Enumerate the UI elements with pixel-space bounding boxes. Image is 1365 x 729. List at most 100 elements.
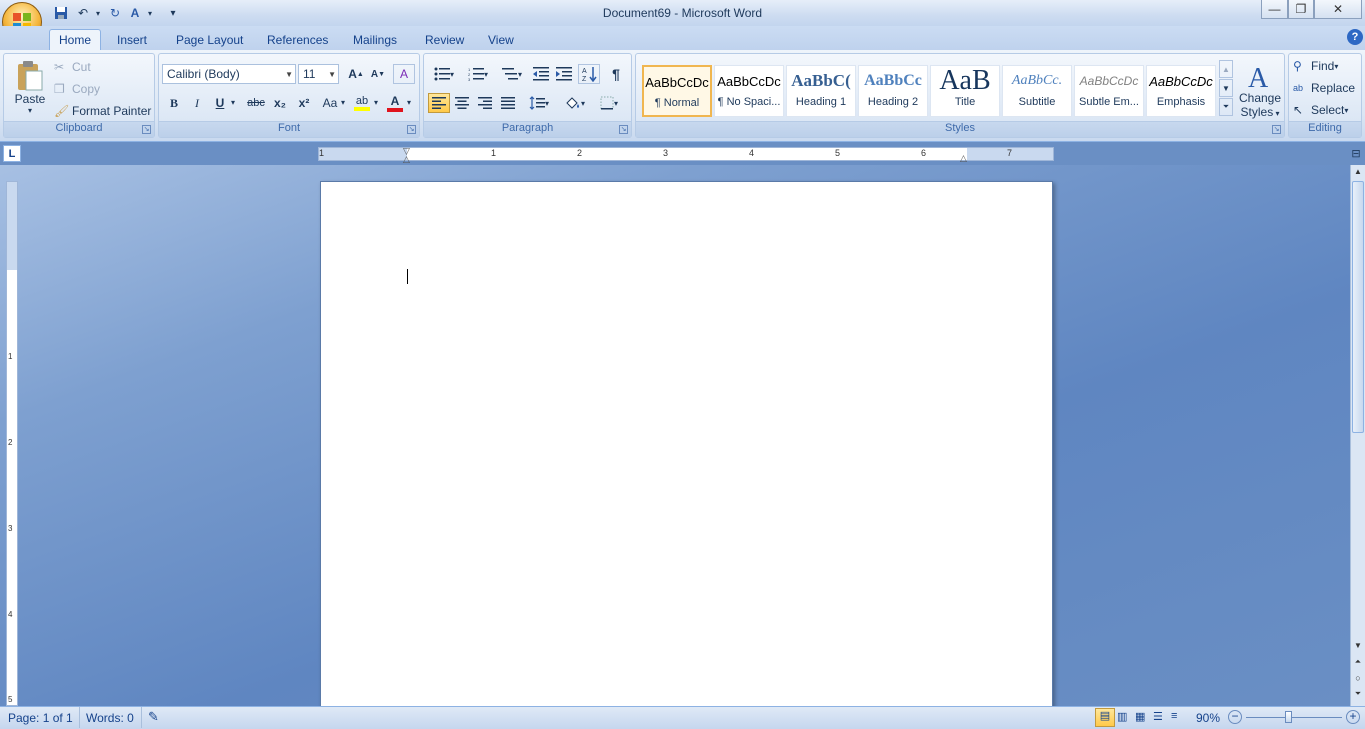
find-button[interactable]: ⚲ Find ▾ bbox=[1293, 56, 1338, 76]
paste-button[interactable]: Paste ▾ bbox=[8, 56, 52, 118]
grow-font-button[interactable]: A ▲ bbox=[345, 64, 367, 84]
cut-button[interactable]: ✂ Cut bbox=[54, 58, 91, 76]
show-formatting-button[interactable]: ¶ bbox=[605, 64, 627, 84]
font-name-combo[interactable]: Calibri (Body) ▼ bbox=[162, 64, 296, 84]
style-subtle-emphasis[interactable]: AaBbCcDc Subtle Em... bbox=[1074, 65, 1144, 117]
increase-indent-button[interactable] bbox=[553, 64, 575, 84]
font-color-dropdown-icon[interactable]: ▾ bbox=[407, 98, 411, 107]
restore-button[interactable]: ❐ bbox=[1288, 0, 1314, 19]
decrease-indent-button[interactable] bbox=[530, 64, 552, 84]
redo-icon[interactable]: ↻ bbox=[106, 4, 124, 22]
styles-scroll-up-icon[interactable]: ▲ bbox=[1219, 60, 1233, 78]
style-no-spacing[interactable]: AaBbCcDc ¶ No Spaci... bbox=[714, 65, 784, 117]
proofing-icon[interactable]: ✎ bbox=[148, 709, 159, 725]
align-center-button[interactable] bbox=[451, 93, 473, 113]
tab-view[interactable]: View bbox=[479, 29, 523, 50]
format-painter-button[interactable]: 🖌 Format Painter bbox=[54, 102, 151, 120]
tab-page-layout[interactable]: Page Layout bbox=[167, 29, 252, 50]
sort-button[interactable]: AZ bbox=[578, 64, 600, 84]
styles-scroll-down-icon[interactable]: ▼ bbox=[1219, 79, 1233, 97]
underline-button[interactable]: U bbox=[209, 93, 231, 113]
style-title[interactable]: AaB Title bbox=[930, 65, 1000, 117]
customize-qat-icon[interactable]: ▾ bbox=[164, 4, 182, 22]
scroll-thumb[interactable] bbox=[1352, 181, 1364, 433]
view-ruler-icon[interactable]: ⊟ bbox=[1349, 145, 1363, 162]
undo-dropdown-icon[interactable]: ▾ bbox=[89, 4, 107, 22]
word-count[interactable]: Words: 0 bbox=[86, 711, 134, 725]
document-page[interactable] bbox=[320, 181, 1053, 711]
highlight-button[interactable]: ab bbox=[351, 93, 373, 113]
underline-dropdown-icon[interactable]: ▾ bbox=[231, 98, 235, 107]
tab-mailings[interactable]: Mailings bbox=[344, 29, 406, 50]
close-button[interactable]: ✕ bbox=[1314, 0, 1362, 19]
tab-insert[interactable]: Insert bbox=[108, 29, 156, 50]
replace-button[interactable]: ab Replace bbox=[1293, 78, 1355, 98]
shrink-font-button[interactable]: A ▼ bbox=[367, 64, 389, 84]
change-case-button[interactable]: Aa bbox=[317, 93, 343, 113]
shading-button[interactable]: ▾ bbox=[560, 93, 590, 113]
draft-view-icon[interactable]: ≡ bbox=[1171, 710, 1177, 722]
tab-references[interactable]: References bbox=[258, 29, 337, 50]
style-heading-1[interactable]: AaBbC( Heading 1 bbox=[786, 65, 856, 117]
clear-formatting-button[interactable]: A bbox=[393, 64, 415, 84]
save-icon[interactable] bbox=[52, 4, 70, 22]
align-right-button[interactable] bbox=[474, 93, 496, 113]
bold-button[interactable]: B bbox=[163, 93, 185, 113]
zoom-slider-track[interactable] bbox=[1246, 717, 1342, 718]
bullets-button[interactable]: ▾ bbox=[428, 64, 460, 84]
line-spacing-button[interactable]: ▾ bbox=[524, 93, 554, 113]
vertical-ruler[interactable]: 1 2 3 4 5 bbox=[6, 181, 18, 706]
subscript-button[interactable]: x₂ bbox=[269, 93, 291, 113]
multilevel-list-button[interactable]: ▾ bbox=[496, 64, 528, 84]
style-emphasis[interactable]: AaBbCcDc Emphasis bbox=[1146, 65, 1216, 117]
change-styles-button[interactable]: A Change Styles ▾ bbox=[1239, 58, 1281, 122]
font-launcher-icon[interactable]: ↘ bbox=[407, 125, 416, 134]
tab-home[interactable]: Home bbox=[49, 29, 102, 50]
zoom-in-icon[interactable]: + bbox=[1346, 710, 1360, 724]
horizontal-ruler[interactable]: 1 1 2 3 4 5 6 7 ▽ △ △ bbox=[318, 146, 1054, 164]
select-button[interactable]: ↖ Select ▾ bbox=[1293, 100, 1348, 120]
justify-button[interactable] bbox=[497, 93, 519, 113]
right-indent-marker[interactable]: △ bbox=[960, 153, 967, 164]
select-browse-object-icon[interactable]: ○ bbox=[1352, 673, 1364, 685]
next-page-icon[interactable]: ⏷ bbox=[1352, 689, 1364, 701]
strikethrough-button[interactable]: abc bbox=[245, 93, 267, 113]
full-screen-reading-view-icon[interactable]: ▥ bbox=[1117, 710, 1127, 723]
page-count[interactable]: Page: 1 of 1 bbox=[8, 711, 73, 725]
font-size-combo[interactable]: 11 ▼ bbox=[298, 64, 339, 84]
minimize-button[interactable]: — bbox=[1261, 0, 1288, 19]
styles-launcher-icon[interactable]: ↘ bbox=[1272, 125, 1281, 134]
text-cursor bbox=[407, 269, 408, 284]
previous-page-icon[interactable]: ⏶ bbox=[1352, 657, 1364, 669]
spelling-dropdown-icon[interactable]: ▾ bbox=[141, 4, 159, 22]
style-normal[interactable]: AaBbCcDc ¶ Normal bbox=[642, 65, 712, 117]
hanging-indent-marker[interactable]: △ bbox=[403, 154, 410, 165]
change-case-dropdown-icon[interactable]: ▾ bbox=[341, 98, 345, 107]
highlight-dropdown-icon[interactable]: ▾ bbox=[374, 98, 378, 107]
copy-button[interactable]: ❐ Copy bbox=[54, 80, 100, 98]
clipboard-launcher-icon[interactable]: ↘ bbox=[142, 125, 151, 134]
font-color-button[interactable]: A bbox=[384, 93, 406, 113]
borders-button[interactable]: ▾ bbox=[594, 93, 624, 113]
scroll-up-icon[interactable]: ▲ bbox=[1352, 167, 1364, 179]
style-heading-2[interactable]: AaBbCc Heading 2 bbox=[858, 65, 928, 117]
clipboard-group-label: Clipboard bbox=[4, 121, 154, 137]
vertical-scrollbar[interactable]: ▲ ▼ ⏶ ○ ⏷ bbox=[1350, 165, 1365, 706]
paragraph-launcher-icon[interactable]: ↘ bbox=[619, 125, 628, 134]
zoom-slider-thumb[interactable] bbox=[1285, 711, 1292, 723]
scroll-down-icon[interactable]: ▼ bbox=[1352, 641, 1364, 653]
italic-button[interactable]: I bbox=[186, 93, 208, 113]
style-subtitle[interactable]: AaBbCc. Subtitle bbox=[1002, 65, 1072, 117]
zoom-level[interactable]: 90% bbox=[1196, 711, 1220, 725]
tab-review[interactable]: Review bbox=[416, 29, 473, 50]
web-layout-view-icon[interactable]: ▦ bbox=[1135, 710, 1145, 723]
tab-selector-icon[interactable]: L bbox=[3, 145, 21, 162]
outline-view-icon[interactable]: ☰ bbox=[1153, 710, 1163, 723]
numbering-button[interactable]: 1 2 3 ▾ bbox=[462, 64, 494, 84]
styles-more-icon[interactable]: ⏷ bbox=[1219, 98, 1233, 116]
print-layout-view-icon[interactable]: ▤ bbox=[1095, 708, 1115, 727]
help-icon[interactable]: ? bbox=[1347, 29, 1363, 45]
align-left-button[interactable] bbox=[428, 93, 450, 113]
superscript-button[interactable]: x² bbox=[293, 93, 315, 113]
zoom-out-icon[interactable]: − bbox=[1228, 710, 1242, 724]
